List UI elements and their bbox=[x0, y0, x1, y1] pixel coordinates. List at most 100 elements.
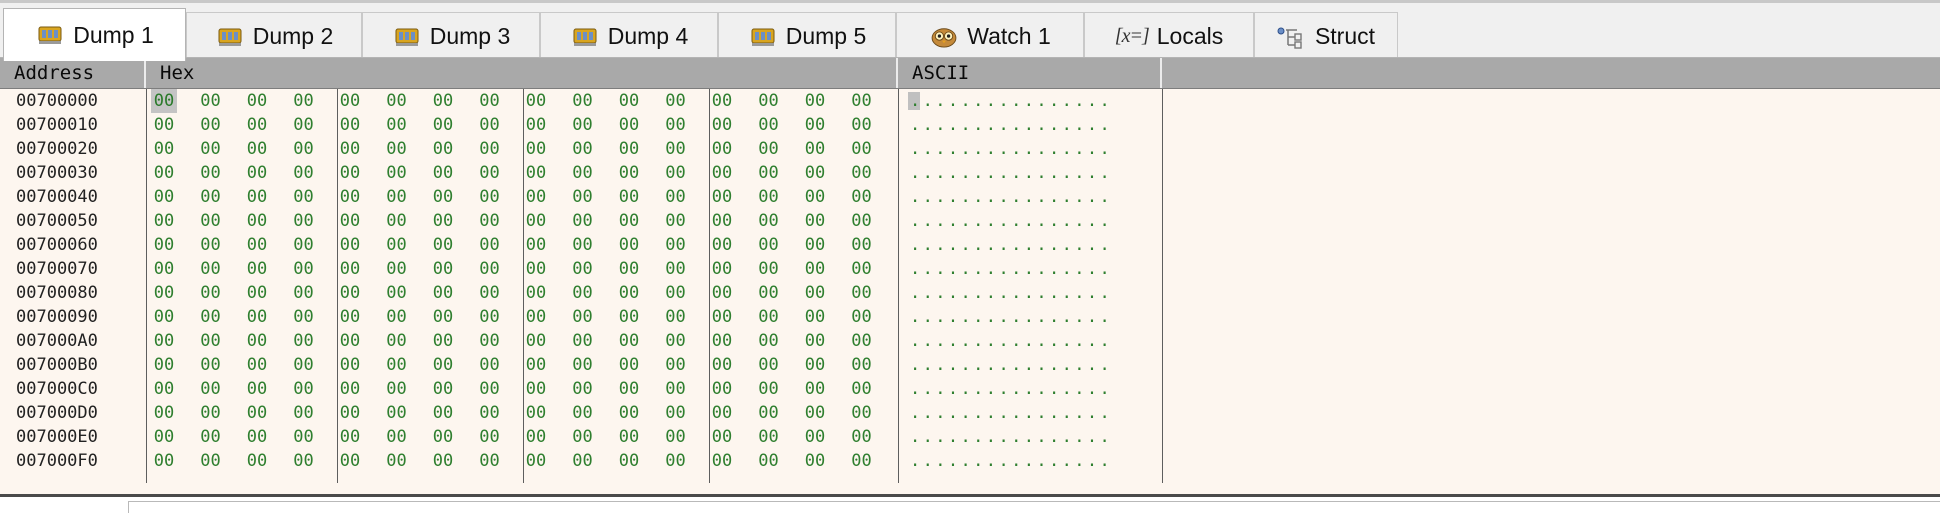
hex-byte[interactable]: 00 bbox=[709, 449, 735, 473]
dump-row[interactable]: 00700000 00 00 00 00 00 00 00 00 00 00 00 00 00 00 00 00… bbox=[0, 89, 1162, 113]
hex-byte[interactable]: 00 bbox=[244, 425, 270, 449]
hex-byte[interactable]: 00 bbox=[291, 329, 317, 353]
hex-byte[interactable]: 00 bbox=[337, 209, 363, 233]
hex-byte[interactable]: 00 bbox=[802, 161, 828, 185]
hex-byte[interactable]: 00 bbox=[523, 425, 549, 449]
hex-byte[interactable]: 00 bbox=[198, 449, 224, 473]
hex-byte[interactable]: 00 bbox=[384, 281, 410, 305]
hex-byte[interactable]: 00 bbox=[849, 281, 875, 305]
hex-byte[interactable]: 00 bbox=[337, 329, 363, 353]
hex-byte[interactable]: 00 bbox=[477, 113, 503, 137]
hex-byte[interactable]: 00 bbox=[709, 185, 735, 209]
hex-byte[interactable]: 00 bbox=[151, 257, 177, 281]
hex-byte[interactable]: 00 bbox=[151, 161, 177, 185]
row-address[interactable]: 00700060 bbox=[16, 233, 146, 257]
dump-row[interactable]: 00700010 00 00 00 00 00 00 00 00 00 00 00 00 00 00 00 00… bbox=[0, 113, 1162, 137]
row-ascii[interactable]: ................ bbox=[910, 257, 1160, 281]
hex-byte[interactable]: 00 bbox=[849, 161, 875, 185]
hex-byte[interactable]: 00 bbox=[756, 425, 782, 449]
hex-byte[interactable]: 00 bbox=[663, 329, 689, 353]
hex-byte[interactable]: 00 bbox=[570, 425, 596, 449]
dump-row[interactable]: 007000B0 00 00 00 00 00 00 00 00 00 00 00 00 00 00 00 00… bbox=[0, 353, 1162, 377]
hex-byte[interactable]: 00 bbox=[756, 137, 782, 161]
hex-byte[interactable]: 00 bbox=[802, 329, 828, 353]
hex-byte[interactable]: 00 bbox=[337, 353, 363, 377]
hex-byte[interactable]: 00 bbox=[244, 137, 270, 161]
hex-byte[interactable]: 00 bbox=[384, 401, 410, 425]
hex-byte[interactable]: 00 bbox=[477, 425, 503, 449]
hex-byte[interactable]: 00 bbox=[849, 209, 875, 233]
hex-byte[interactable]: 00 bbox=[384, 137, 410, 161]
hex-byte[interactable]: 00 bbox=[616, 113, 642, 137]
hex-byte[interactable]: 00 bbox=[756, 401, 782, 425]
hex-byte[interactable]: 00 bbox=[709, 137, 735, 161]
tab-watch-1[interactable]: Watch 1 bbox=[896, 12, 1084, 60]
hex-byte[interactable]: 00 bbox=[570, 185, 596, 209]
hex-byte[interactable]: 00 bbox=[477, 305, 503, 329]
row-ascii[interactable]: ................ bbox=[910, 449, 1160, 473]
hex-byte[interactable]: 00 bbox=[198, 185, 224, 209]
hex-byte[interactable]: 00 bbox=[663, 137, 689, 161]
hex-byte[interactable]: 00 bbox=[198, 425, 224, 449]
dump-row[interactable]: 007000A0 00 00 00 00 00 00 00 00 00 00 00 00 00 00 00 00… bbox=[0, 329, 1162, 353]
hex-byte[interactable]: 00 bbox=[244, 257, 270, 281]
hex-byte[interactable]: 00 bbox=[244, 305, 270, 329]
hex-byte[interactable]: 00 bbox=[337, 425, 363, 449]
row-address[interactable]: 00700040 bbox=[16, 185, 146, 209]
hex-byte[interactable]: 00 bbox=[198, 89, 224, 113]
hex-byte[interactable]: 00 bbox=[291, 281, 317, 305]
dump-row[interactable]: 00700050 00 00 00 00 00 00 00 00 00 00 00 00 00 00 00 00… bbox=[0, 209, 1162, 233]
hex-byte[interactable]: 00 bbox=[384, 353, 410, 377]
hex-byte[interactable]: 00 bbox=[802, 377, 828, 401]
hex-byte[interactable]: 00 bbox=[849, 113, 875, 137]
hex-byte[interactable]: 00 bbox=[709, 113, 735, 137]
hex-byte[interactable]: 00 bbox=[616, 449, 642, 473]
hex-byte[interactable]: 00 bbox=[709, 401, 735, 425]
hex-byte[interactable]: 00 bbox=[384, 89, 410, 113]
hex-byte[interactable]: 00 bbox=[709, 377, 735, 401]
hex-byte[interactable]: 00 bbox=[616, 377, 642, 401]
hex-byte[interactable]: 00 bbox=[291, 377, 317, 401]
hex-byte[interactable]: 00 bbox=[337, 401, 363, 425]
hex-byte[interactable]: 00 bbox=[756, 209, 782, 233]
hex-byte[interactable]: 00 bbox=[337, 257, 363, 281]
hex-byte[interactable]: 00 bbox=[616, 89, 642, 113]
hex-byte[interactable]: 00 bbox=[802, 449, 828, 473]
hex-byte[interactable]: 00 bbox=[709, 305, 735, 329]
hex-byte[interactable]: 00 bbox=[523, 209, 549, 233]
hex-byte[interactable]: 00 bbox=[430, 209, 456, 233]
hex-byte[interactable]: 00 bbox=[849, 449, 875, 473]
hex-byte[interactable]: 00 bbox=[802, 89, 828, 113]
hex-byte[interactable]: 00 bbox=[151, 137, 177, 161]
hex-byte[interactable]: 00 bbox=[802, 113, 828, 137]
tab-dump-2[interactable]: Dump 2 bbox=[186, 12, 362, 60]
hex-byte[interactable]: 00 bbox=[570, 257, 596, 281]
hex-byte[interactable]: 00 bbox=[663, 305, 689, 329]
hex-byte[interactable]: 00 bbox=[244, 281, 270, 305]
hex-byte[interactable]: 00 bbox=[663, 449, 689, 473]
hex-byte[interactable]: 00 bbox=[523, 281, 549, 305]
hex-byte[interactable]: 00 bbox=[477, 185, 503, 209]
hex-byte[interactable]: 00 bbox=[198, 161, 224, 185]
hex-byte[interactable]: 00 bbox=[430, 305, 456, 329]
hex-byte[interactable]: 00 bbox=[849, 89, 875, 113]
hex-byte[interactable]: 00 bbox=[337, 233, 363, 257]
hex-byte[interactable]: 00 bbox=[337, 305, 363, 329]
hex-byte[interactable]: 00 bbox=[756, 281, 782, 305]
hex-byte[interactable]: 00 bbox=[756, 161, 782, 185]
tab-dump-1[interactable]: Dump 1 bbox=[3, 8, 186, 61]
row-address[interactable]: 007000F0 bbox=[16, 449, 146, 473]
row-address[interactable]: 00700030 bbox=[16, 161, 146, 185]
hex-byte[interactable]: 00 bbox=[756, 89, 782, 113]
hex-byte[interactable]: 00 bbox=[570, 233, 596, 257]
hex-byte[interactable]: 00 bbox=[849, 401, 875, 425]
hex-byte[interactable]: 00 bbox=[523, 353, 549, 377]
row-ascii[interactable]: ................ bbox=[910, 185, 1160, 209]
hex-byte[interactable]: 00 bbox=[849, 233, 875, 257]
hex-byte[interactable]: 00 bbox=[709, 281, 735, 305]
hex-byte[interactable]: 00 bbox=[430, 281, 456, 305]
hex-byte[interactable]: 00 bbox=[570, 89, 596, 113]
hex-byte[interactable]: 00 bbox=[616, 137, 642, 161]
hex-byte[interactable]: 00 bbox=[570, 329, 596, 353]
hex-byte[interactable]: 00 bbox=[802, 233, 828, 257]
